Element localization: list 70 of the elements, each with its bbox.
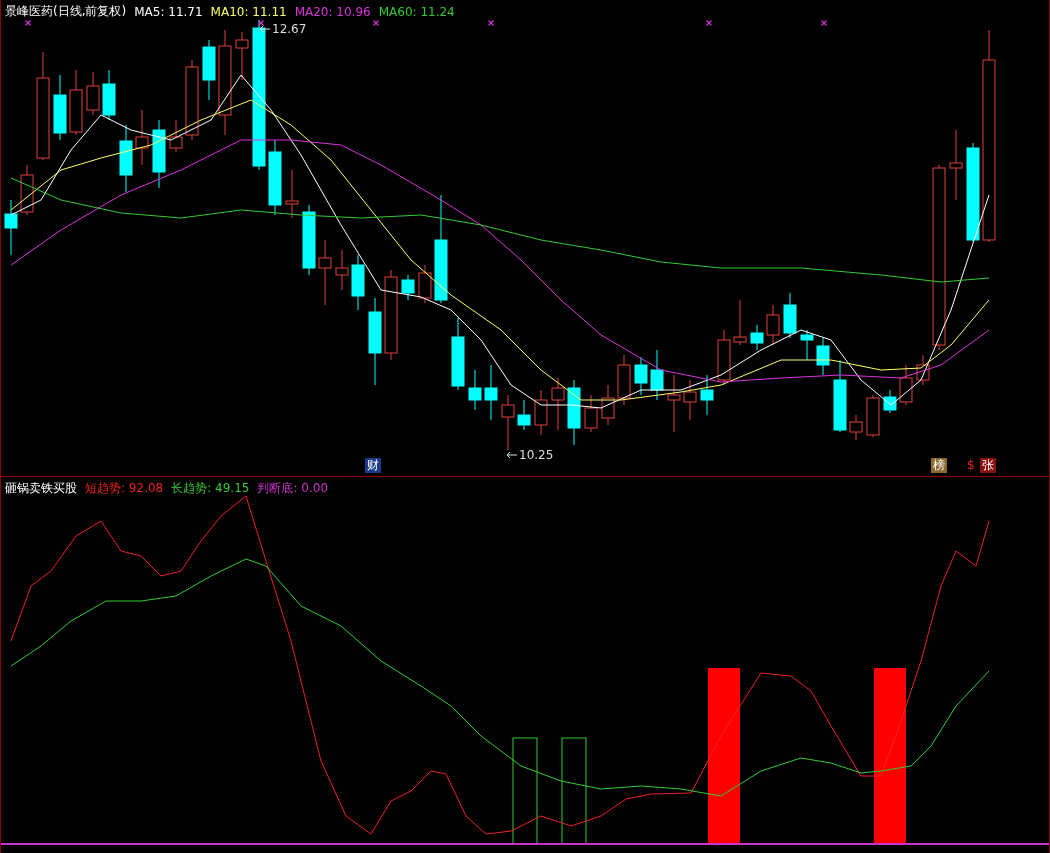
- indicator-value: 判断底: 0.00: [257, 480, 328, 497]
- candlestick: [883, 389, 897, 414]
- cross-icon: [24, 19, 32, 27]
- candlestick: [567, 379, 581, 446]
- candlestick: [285, 169, 299, 219]
- candlestick: [53, 74, 67, 141]
- candlestick: [102, 69, 116, 121]
- candlestick: [617, 354, 631, 406]
- candlestick: [235, 31, 249, 81]
- candlestick: [517, 399, 531, 431]
- candlestick: [766, 304, 780, 346]
- candlestick: [4, 199, 18, 256]
- indicator-value: MA5: 11.71: [134, 4, 203, 19]
- candlestick: [800, 329, 814, 361]
- price-label: 12.67: [272, 22, 307, 36]
- indicator-value: MA20: 10.96: [294, 4, 371, 19]
- candlestick: [119, 124, 133, 193]
- candlestick: [750, 324, 764, 351]
- cross-icon: [257, 19, 265, 27]
- candlestick: [302, 204, 316, 276]
- candlestick: [584, 394, 598, 433]
- candlestick: [601, 384, 615, 426]
- arrow-icon: [259, 25, 271, 33]
- candlestick: [866, 394, 880, 438]
- event-marker[interactable]: 财: [365, 458, 381, 473]
- candlestick: [202, 39, 216, 101]
- candlestick: [69, 69, 83, 136]
- event-marker[interactable]: $: [965, 458, 977, 473]
- candlestick: [717, 329, 731, 386]
- candlestick: [700, 374, 714, 416]
- event-marker[interactable]: 张: [980, 458, 996, 473]
- cross-icon: [372, 19, 380, 27]
- candlestick: [949, 129, 963, 201]
- candlestick: [484, 364, 498, 421]
- candlestick: [152, 119, 166, 189]
- chart-title: 景峰医药(日线,前复权): [5, 3, 127, 20]
- candlestick: [667, 374, 681, 433]
- candlestick: [683, 379, 697, 421]
- candlestick: [169, 119, 183, 153]
- indicator-value: 短趋势: 92.08: [85, 480, 164, 497]
- candlestick: [418, 264, 432, 304]
- indicator-value: MA60: 11.24: [378, 4, 455, 19]
- candlestick: [335, 249, 349, 291]
- candlestick: [849, 414, 863, 441]
- cross-icon: [820, 19, 828, 27]
- candlestick: [650, 349, 664, 401]
- event-marker[interactable]: 榜: [931, 458, 947, 473]
- arrow-icon: [506, 451, 518, 459]
- candlestick: [783, 292, 797, 339]
- candlestick: [916, 354, 930, 386]
- candlestick: [534, 389, 548, 436]
- candlestick: [816, 337, 830, 376]
- candlestick: [86, 71, 100, 116]
- indicator-title: 砸锅卖铁买股: [5, 480, 77, 497]
- cross-icon: [705, 19, 713, 27]
- candlestick: [501, 394, 515, 451]
- candlestick: [20, 164, 34, 216]
- candlestick: [135, 109, 149, 166]
- indicator-value: MA10: 11.11: [210, 4, 287, 19]
- candlestick: [634, 356, 648, 396]
- cross-icon: [487, 19, 495, 27]
- candlestick: [351, 254, 365, 311]
- candlestick: [899, 364, 913, 406]
- candlestick: [318, 239, 332, 306]
- candlestick: [468, 369, 482, 411]
- price-label: 10.25: [519, 448, 554, 462]
- candlestick: [401, 274, 415, 301]
- candlestick: [733, 299, 747, 346]
- indicator-value: 长趋势: 49.15: [171, 480, 250, 497]
- candlestick: [551, 377, 565, 431]
